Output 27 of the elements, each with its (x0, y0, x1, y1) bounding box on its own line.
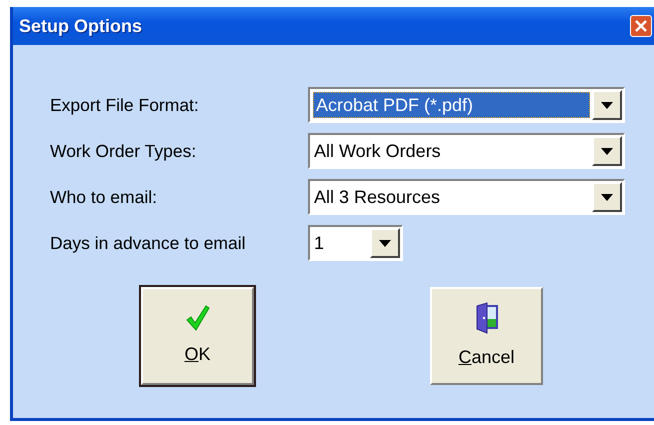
dropdown-arrow-icon (601, 148, 613, 154)
dropdown-field[interactable]: 1 (308, 225, 403, 261)
cancel-button[interactable]: Cancel (430, 287, 543, 385)
dropdown-button[interactable] (592, 182, 622, 212)
dropdown-field[interactable]: All Work Orders (308, 133, 625, 169)
ok-button[interactable]: OK (141, 287, 254, 385)
close-button[interactable] (630, 15, 652, 37)
dropdown-field[interactable]: All 3 Resources (308, 179, 625, 215)
door-icon (474, 302, 498, 334)
window-title: Setup Options (19, 14, 142, 38)
dropdown-value: 1 (313, 232, 326, 254)
dropdown-arrow-icon (379, 240, 391, 246)
field-label: Export File Format: (50, 94, 200, 117)
dropdown-button[interactable] (592, 136, 622, 166)
dropdown-field[interactable]: Acrobat PDF (*.pdf) (308, 87, 625, 123)
dropdown-value: All 3 Resources (313, 186, 442, 208)
dropdown-value: All Work Orders (313, 140, 442, 162)
dropdown-arrow-icon (601, 194, 613, 200)
dropdown-value: Acrobat PDF (*.pdf) (313, 92, 590, 118)
field-label: Work Order Types: (50, 140, 198, 163)
dropdown-arrow-icon (601, 102, 613, 108)
dropdown-button[interactable] (592, 90, 622, 120)
close-icon (634, 19, 648, 33)
field-label: Days in advance to email (50, 232, 247, 255)
field-label: Who to email: (50, 186, 158, 209)
dropdown-button[interactable] (370, 228, 400, 258)
checkmark-icon (186, 304, 210, 330)
